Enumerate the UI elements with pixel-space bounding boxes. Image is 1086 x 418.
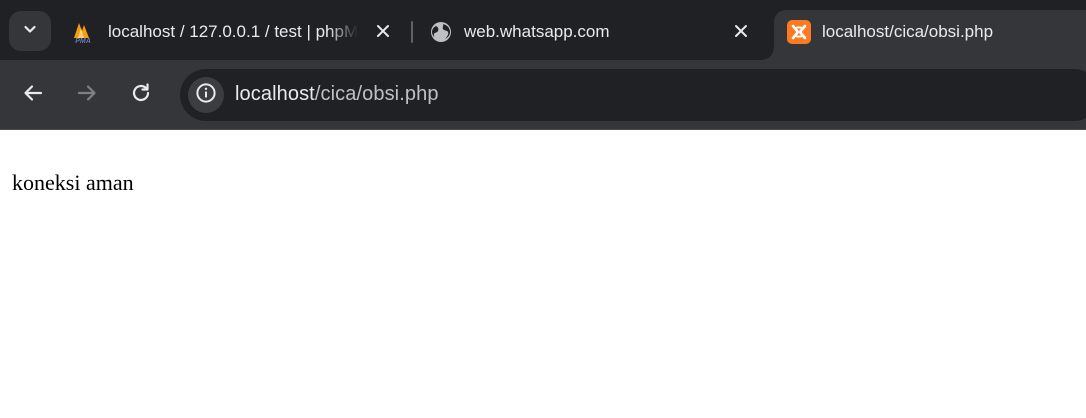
body-text: koneksi aman — [12, 170, 134, 195]
url-text[interactable]: localhost/cica/obsi.php — [235, 83, 439, 106]
close-tab-icon[interactable] — [731, 21, 751, 41]
tab-title: localhost / 127.0.0.1 / test | phpMyAdmi… — [108, 22, 358, 41]
info-icon — [195, 82, 217, 109]
tab-obsi-php[interactable]: localhost/cica/obsi.php — [786, 10, 1086, 54]
svg-text:PMA: PMA — [75, 38, 91, 45]
reload-icon — [130, 82, 152, 109]
tab-search-button[interactable] — [9, 11, 51, 51]
url-host: localhost — [235, 83, 315, 105]
forward-button[interactable] — [69, 77, 105, 113]
globe-icon — [428, 19, 454, 45]
tab-strip: PMA localhost / 127.0.0.1 / test | phpMy… — [0, 0, 1086, 62]
reload-button[interactable] — [123, 77, 159, 113]
tab-title: web.whatsapp.com — [464, 22, 610, 41]
tab-phpmyadmin[interactable]: PMA localhost / 127.0.0.1 / test | phpMy… — [70, 10, 400, 54]
chevron-down-icon — [22, 21, 38, 42]
tab-separator — [411, 21, 413, 43]
address-bar[interactable]: localhost/cica/obsi.php — [180, 69, 1086, 121]
close-tab-icon[interactable] — [373, 21, 393, 41]
url-path: /cica/obsi.php — [314, 83, 439, 105]
site-info-button[interactable] — [188, 77, 224, 113]
arrow-right-icon — [76, 82, 98, 109]
xampp-icon — [786, 19, 812, 45]
back-button[interactable] — [15, 77, 51, 113]
browser-toolbar: localhost/cica/obsi.php — [0, 60, 1086, 130]
phpmyadmin-icon: PMA — [70, 19, 96, 45]
tab-whatsapp[interactable]: web.whatsapp.com — [428, 10, 758, 54]
arrow-left-icon — [22, 82, 44, 109]
page-content: koneksi aman — [0, 130, 1086, 418]
tab-title: localhost/cica/obsi.php — [822, 22, 994, 41]
